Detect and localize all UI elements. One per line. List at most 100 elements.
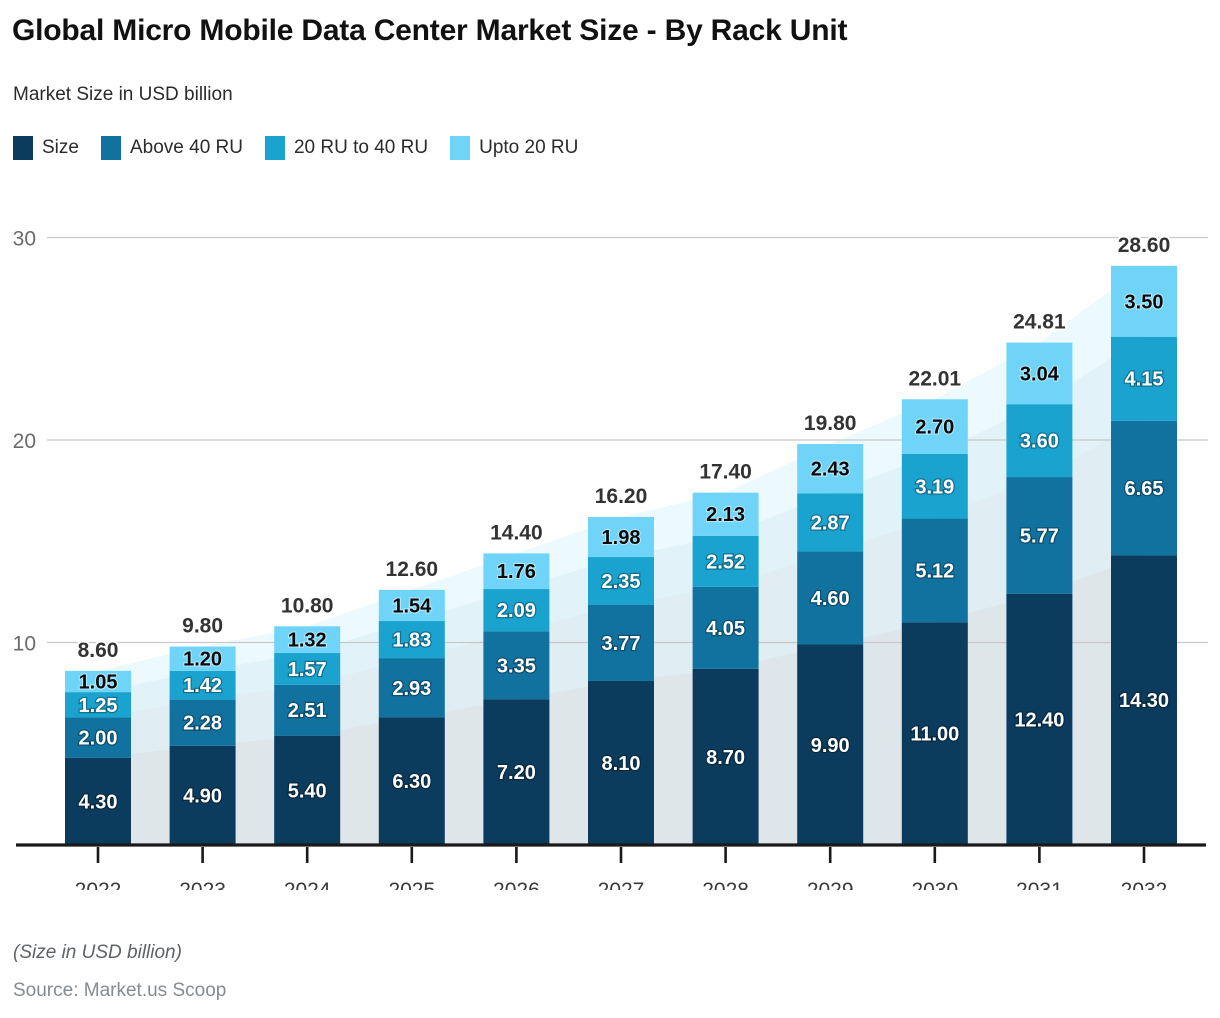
bar-segment-value-label: 3.50 [1125,291,1164,313]
bar-segment-value-label: 1.76 [497,561,536,583]
bar-segment-value-label: 3.77 [602,633,641,655]
stacked-bar-chart-svg: 1020304.302.001.251.058.604.902.281.421.… [13,228,1208,890]
bar-segment-value-label: 11.00 [910,724,959,746]
legend-item-label: Upto 20 RU [479,137,579,158]
legend-swatch-icon [450,136,471,160]
x-axis-tick-label: 2022 [75,879,122,890]
chart-footnote: (Size in USD billion) [13,942,182,963]
bar-column-2025[interactable]: 6.30 2.93 1.83 1.54 12.60 [378,556,445,845]
bar-segment-value-label: 2.35 [602,571,641,593]
x-axis-tick-label: 2030 [911,879,958,890]
y-axis-tick-label: 20 [13,430,36,453]
bar-total-label: 12.60 [386,558,439,581]
bar-total-label: 24.81 [1013,311,1066,334]
bar-total-label: 9.80 [182,615,223,638]
bar-segment-value-label: 5.12 [915,560,954,582]
bar-segment-value-label: 4.60 [811,588,850,610]
bar-column-2030[interactable]: 11.00 5.12 3.19 2.70 22.01 [901,365,968,845]
bar-segment-value-label: 3.60 [1020,431,1059,453]
bar-segment-value-label: 2.87 [811,512,850,534]
bar-segment-value-label: 14.30 [1119,690,1169,712]
bar-segment-value-label: 2.93 [392,678,431,700]
bar-segment-value-label: 4.15 [1125,369,1164,391]
y-axis-tick-label: 30 [13,228,36,251]
x-axis-tick-label: 2028 [702,879,749,890]
bar-segment-value-label: 2.51 [288,700,327,722]
chart-legend: Size Above 40 RU 20 RU to 40 RU Upto 20 RU [13,136,600,160]
legend-item-0[interactable]: Size [13,136,79,160]
bar-total-label: 17.40 [699,461,752,484]
x-axis-layer: 2022 2023 2024 2025 2026 2027 2028 2029 2030 2031… [16,843,1206,890]
bar-segment-value-label: 1.42 [183,675,222,697]
page-title: Global Micro Mobile Data Center Market S… [12,14,848,47]
bar-segment-value-label: 1.54 [392,595,432,617]
x-axis-tick-label: 2027 [598,879,645,890]
bar-total-label: 16.20 [595,485,648,508]
bar-segment-value-label: 4.30 [79,791,118,813]
x-axis-tick-label: 2032 [1121,879,1168,890]
bar-segment-value-label: 1.20 [183,649,222,671]
bar-segment-value-label: 2.09 [497,600,536,622]
x-axis-tick-label: 2026 [493,879,540,890]
bar-segment-value-label: 9.90 [811,735,850,757]
legend-item-label: Size [42,137,79,158]
bar-total-label: 10.80 [281,594,334,617]
legend-swatch-icon [264,136,285,160]
bar-segment-value-label: 1.25 [79,695,118,717]
legend-item-label: 20 RU to 40 RU [293,137,429,158]
chart-plot-area: 10 20 30 4.30 2.00 1.25 1.05 8.60 4.90 2.28 1.42 1.… [0,190,1220,890]
x-axis-tick-label: 2029 [807,879,854,890]
bar-total-label: 14.40 [490,521,543,544]
bar-segment-value-label: 3.35 [497,655,536,677]
bar-segment-value-label: 2.52 [706,551,745,573]
bar-segment-value-label: 1.05 [79,671,118,693]
bar-total-label: 22.01 [909,367,962,390]
bar-segment-value-label: 2.70 [915,417,954,439]
x-axis-tick-label: 2024 [284,879,331,890]
bar-segment-value-label: 6.65 [1125,478,1164,500]
x-axis-tick-label: 2025 [388,879,435,890]
bar-column-2026[interactable]: 7.20 3.35 2.09 1.76 14.40 [483,519,550,845]
bar-segment-value-label: 7.20 [497,762,536,784]
bar-column-2023[interactable]: 4.90 2.28 1.42 1.20 9.80 [169,613,236,845]
chart-subtitle: Market Size in USD billion [13,84,233,105]
y-axis-tick-label: 10 [13,633,36,656]
bar-column-2032[interactable]: 14.30 6.65 4.15 3.50 28.60 [1111,232,1177,845]
chart-source: Source: Market.us Scoop [13,980,227,1001]
bar-segment-value-label: 1.98 [602,527,641,549]
legend-item-2[interactable]: 20 RU to 40 RU [264,136,429,160]
bar-segment-value-label: 2.13 [706,504,745,526]
bar-segment-value-label: 5.77 [1020,525,1059,547]
bar-total-label: 28.60 [1118,234,1171,257]
legend-swatch-icon [100,136,121,160]
bar-segment-value-label: 3.04 [1020,363,1060,385]
bar-total-label: 8.60 [78,639,119,662]
bar-column-2027[interactable]: 8.10 3.77 2.35 1.98 16.20 [588,483,654,845]
bar-segment-value-label: 2.43 [811,459,850,481]
bar-segment-value-label: 8.70 [706,747,745,769]
bar-column-2024[interactable]: 5.40 2.51 1.57 1.32 10.80 [274,592,341,845]
legend-item-3[interactable]: Upto 20 RU [450,136,578,160]
bar-segment-value-label: 3.19 [915,476,954,498]
legend-item-label: Above 40 RU [129,137,243,158]
x-axis-tick-label: 2031 [1016,879,1063,890]
bar-segment-value-label: 8.10 [602,753,641,775]
bar-segment-value-label: 1.83 [392,630,431,652]
x-axis-tick-label: 2023 [179,879,226,890]
bar-segment-value-label: 4.05 [706,618,745,640]
bar-segment-value-label: 5.40 [288,780,327,802]
bar-column-2028[interactable]: 8.70 4.05 2.52 2.13 17.40 [692,459,759,845]
bar-segment-value-label: 1.32 [288,630,327,652]
bar-column-2031[interactable]: 12.40 5.77 3.60 3.04 24.81 [1006,309,1073,845]
chart-page: Global Micro Mobile Data Center Market S… [0,0,1220,1018]
bar-segment-value-label: 2.28 [183,713,222,735]
bar-segment-value-label: 4.90 [183,785,222,807]
bar-segment-value-label: 2.00 [79,728,118,750]
bar-column-2029[interactable]: 9.90 4.60 2.87 2.43 19.80 [797,410,864,845]
bar-total-label: 19.80 [804,412,857,435]
bar-segment-value-label: 12.40 [1014,709,1064,731]
legend-swatch-icon [13,136,33,160]
bar-segment-value-label: 1.57 [288,659,327,681]
legend-item-1[interactable]: Above 40 RU [100,136,243,160]
bar-segment-value-label: 6.30 [392,771,431,793]
